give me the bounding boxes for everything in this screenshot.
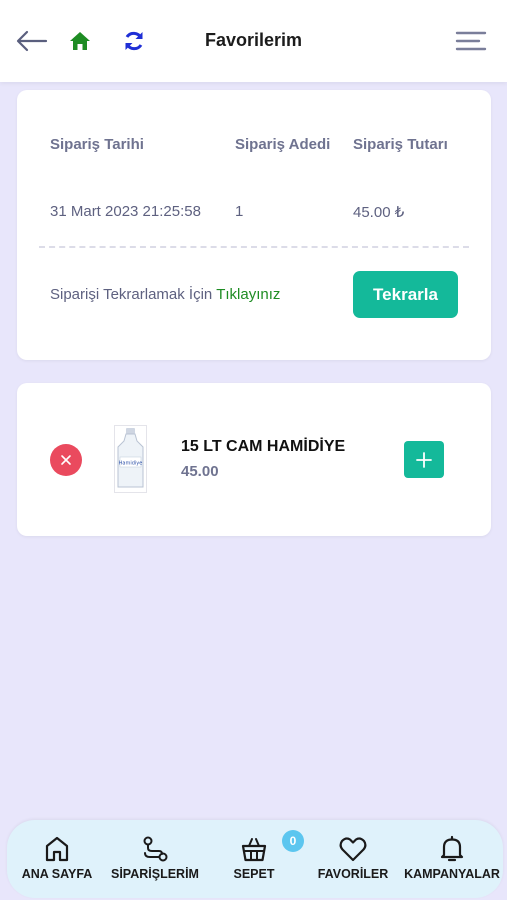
add-to-cart-button[interactable] — [404, 441, 444, 478]
nav-label-home: ANA SAYFA — [21, 867, 93, 881]
order-date-header: Sipariş Tarihi — [50, 136, 144, 153]
menu-icon[interactable] — [452, 26, 490, 56]
nav-item-orders[interactable]: SİPARİŞLERİM — [105, 820, 205, 898]
divider — [39, 246, 469, 248]
order-date-value: 31 Mart 2023 21:25:58 — [50, 203, 201, 220]
remove-favorite-button[interactable] — [50, 444, 82, 476]
bell-icon — [437, 834, 467, 864]
nav-label-campaigns: KAMPANYALAR — [404, 867, 500, 881]
nav-item-home[interactable]: ANA SAYFA — [9, 820, 105, 898]
page-title: Favorilerim — [204, 30, 303, 50]
repeat-order-button[interactable]: Tekrarla — [353, 271, 458, 318]
favorite-product-card: Hamidiye 15 LT CAM HAMİDİYE 45.00 — [17, 383, 491, 536]
product-name: 15 LT CAM HAMİDİYE — [181, 438, 346, 455]
plus-icon — [416, 451, 432, 468]
repeat-order-link[interactable]: Tıklayınız — [216, 286, 280, 303]
order-summary-card: Sipariş Tarihi Sipariş Adedi Sipariş Tut… — [17, 90, 491, 360]
repeat-order-label: Siparişi Tekrarlamak İçin — [50, 286, 213, 303]
nav-label-favorites: FAVORİLER — [317, 867, 389, 881]
nav-label-cart: SEPET — [233, 867, 275, 881]
order-count-header: Sipariş Adedi — [235, 136, 331, 153]
bottom-navigation: ANA SAYFA SİPARİŞLERİM SEPET 0 FAVORİLER — [7, 820, 503, 898]
nav-item-favorites[interactable]: FAVORİLER — [303, 820, 403, 898]
route-icon — [140, 834, 170, 864]
product-price: 45.00 — [181, 463, 219, 480]
repeat-order-text: Siparişi Tekrarlamak İçin Tıklayınız — [50, 286, 280, 303]
order-count-value: 1 — [235, 203, 244, 220]
product-image: Hamidiye — [114, 425, 147, 493]
basket-icon — [239, 834, 269, 864]
home-outline-icon — [42, 834, 72, 864]
order-amount-value: 45.00 ₺ — [353, 204, 405, 221]
close-icon — [61, 455, 71, 465]
top-app-bar: Favorilerim — [0, 0, 507, 82]
heart-icon — [338, 834, 368, 864]
cart-count-badge: 0 — [282, 830, 304, 852]
product-image-logo: Hamidiye — [119, 461, 143, 467]
order-amount-header: Sipariş Tutarı — [353, 136, 448, 153]
nav-label-orders: SİPARİŞLERİM — [111, 867, 199, 881]
nav-item-campaigns[interactable]: KAMPANYALAR — [403, 820, 501, 898]
